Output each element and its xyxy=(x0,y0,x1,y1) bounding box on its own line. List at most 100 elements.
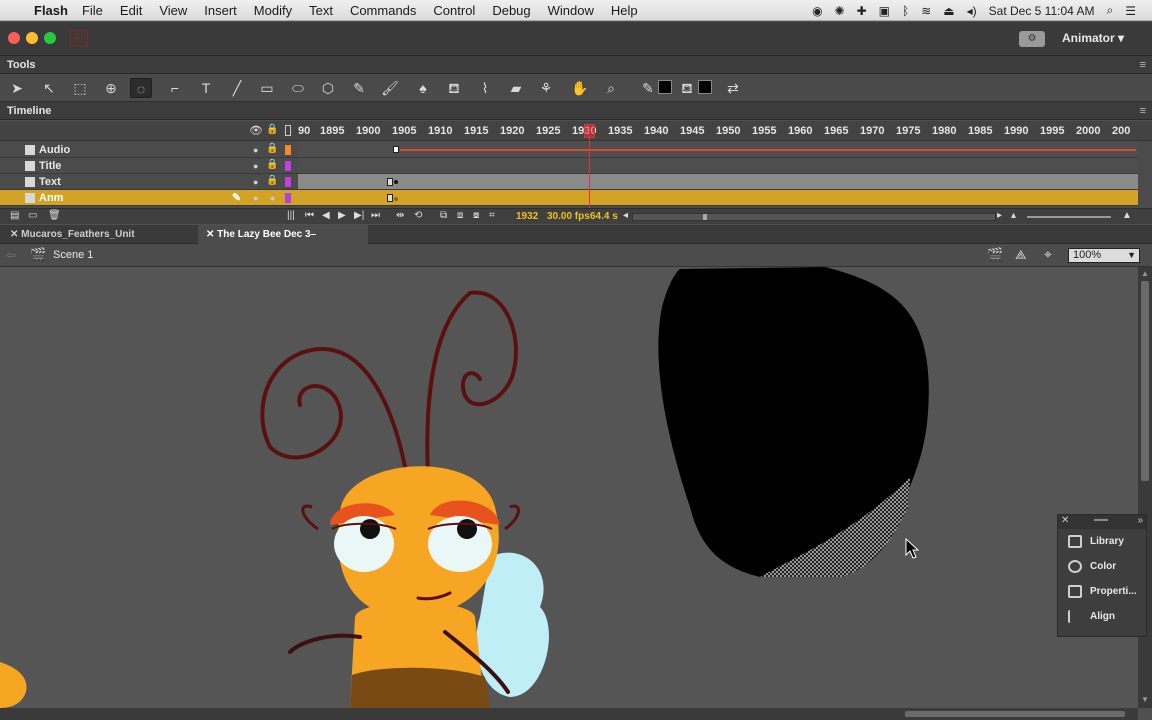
keyframe[interactable] xyxy=(387,194,393,202)
step-forward-icon[interactable]: ▶| xyxy=(354,210,364,221)
visibility-dot-icon[interactable]: ● xyxy=(253,177,258,187)
layer-row[interactable]: Audio ● 🔒 xyxy=(0,142,298,158)
back-arrow-icon[interactable]: ⇦ xyxy=(6,248,16,262)
spotlight-icon[interactable]: ⌕ xyxy=(1107,3,1114,18)
zoom-out-frames-icon[interactable]: ▴ xyxy=(1011,210,1016,221)
polystar-tool-icon[interactable]: ⬡ xyxy=(317,78,339,98)
creative-cloud-icon[interactable]: ✺ xyxy=(835,4,845,18)
left-antenna[interactable] xyxy=(260,346,407,469)
line-tool-icon[interactable]: ╱ xyxy=(226,78,248,98)
record-icon[interactable]: ◉ xyxy=(812,4,822,18)
keyframe[interactable] xyxy=(394,180,398,184)
brush-tool-icon[interactable]: 🖌 xyxy=(379,78,401,98)
center-frame-icon[interactable]: ⇹ xyxy=(396,210,404,221)
stroke-color-swatch[interactable] xyxy=(658,80,672,94)
minimize-window-button[interactable] xyxy=(26,32,38,44)
timeline-scrollbar[interactable] xyxy=(632,213,996,221)
delete-layer-icon[interactable]: 🗑 xyxy=(48,210,61,221)
bee-stripe[interactable] xyxy=(350,667,490,708)
step-back-icon[interactable]: ◀ xyxy=(322,210,330,221)
layer-color-swatch[interactable] xyxy=(285,177,291,187)
title-frames[interactable] xyxy=(298,158,1138,174)
text-frames[interactable] xyxy=(298,174,1138,190)
zoom-window-button[interactable] xyxy=(44,32,56,44)
pen-tool-icon[interactable]: ⌐ xyxy=(164,78,186,98)
scrollbar-thumb[interactable] xyxy=(1141,281,1149,481)
selection-tool-icon[interactable]: ➤ xyxy=(6,78,28,98)
keyframe[interactable] xyxy=(393,146,399,153)
new-layer-icon[interactable]: ▤ xyxy=(10,210,19,221)
edit-scene-icon[interactable]: 🎬 xyxy=(987,247,1003,263)
menu-control[interactable]: Control xyxy=(433,3,475,18)
menu-edit[interactable]: Edit xyxy=(120,3,142,18)
bone-tool-icon[interactable]: ♠ xyxy=(412,78,434,98)
panel-properties-button[interactable]: Properti... xyxy=(1058,579,1146,604)
scene-name[interactable]: Scene 1 xyxy=(53,249,93,261)
menu-help[interactable]: Help xyxy=(611,3,638,18)
scroll-down-icon[interactable]: ▼ xyxy=(1141,695,1149,704)
panel-menu-icon[interactable]: ≡ xyxy=(1140,56,1146,74)
close-icon[interactable]: ✕ xyxy=(1061,515,1069,526)
menu-file[interactable]: File xyxy=(82,3,103,18)
anm-frames[interactable] xyxy=(298,190,1138,206)
hand-tool-icon[interactable]: ✋ xyxy=(569,78,591,98)
zoom-tool-icon[interactable]: ⌕ xyxy=(600,78,622,98)
menu-debug[interactable]: Debug xyxy=(492,3,530,18)
playhead-marker[interactable] xyxy=(584,124,595,138)
scrollbar-thumb[interactable] xyxy=(905,711,1125,717)
panel-menu-icon[interactable]: ≡ xyxy=(1140,102,1146,120)
zoom-in-frames-icon[interactable]: ▲ xyxy=(1122,210,1132,221)
scrollbar-thumb[interactable] xyxy=(703,214,707,220)
center-stage-icon[interactable]: ⌖ xyxy=(1044,246,1052,263)
lock-icon[interactable]: 🔒 xyxy=(266,159,278,170)
frame-rate[interactable]: 30.00 fps xyxy=(547,211,590,222)
close-tab-icon[interactable]: ✕ xyxy=(206,229,217,240)
fill-color-swatch[interactable] xyxy=(698,80,712,94)
lasso-tool-icon[interactable]: ◌ xyxy=(130,78,152,98)
menu-commands[interactable]: Commands xyxy=(350,3,416,18)
notification-center-icon[interactable]: ☰ xyxy=(1125,4,1136,18)
lock-icon[interactable]: 🔒 xyxy=(266,175,278,186)
right-antenna[interactable] xyxy=(425,290,518,479)
keyframe[interactable] xyxy=(394,197,398,201)
panel-dock-titlebar[interactable]: ✕ ▬▬ » xyxy=(1058,515,1146,529)
edit-symbol-icon[interactable]: ⟁ xyxy=(1015,247,1027,263)
panel-color-button[interactable]: Color xyxy=(1058,554,1146,579)
clock[interactable]: Sat Dec 5 11:04 AM xyxy=(989,4,1095,18)
grip-icon[interactable]: ▬▬ xyxy=(1094,516,1108,523)
volume-icon[interactable]: ◂) xyxy=(967,4,977,18)
onion-skin-outlines-icon[interactable]: ⧈ xyxy=(457,210,463,221)
scroll-up-icon[interactable]: ▲ xyxy=(1141,269,1149,278)
bluetooth-icon[interactable]: ᛒ xyxy=(902,4,909,18)
plus-icon[interactable]: ✚ xyxy=(857,4,867,18)
stage-vertical-scrollbar[interactable]: ▲ ▼ xyxy=(1138,267,1152,708)
play-icon[interactable]: ▶ xyxy=(338,210,346,221)
pencil-tool-icon[interactable]: ✎ xyxy=(348,78,370,98)
zoom-select[interactable]: 100% ▼ xyxy=(1068,248,1140,263)
outline-icon[interactable] xyxy=(285,125,291,136)
keyframe[interactable] xyxy=(387,178,393,186)
audio-frames[interactable] xyxy=(298,142,1138,158)
layer-row-selected[interactable]: Anm ✎ ● ● xyxy=(0,190,298,206)
panel-align-button[interactable]: Align xyxy=(1058,604,1146,629)
menu-text[interactable]: Text xyxy=(309,3,333,18)
swap-colors-icon[interactable]: ⇄ xyxy=(722,78,744,98)
oval-tool-icon[interactable]: ⬭ xyxy=(287,78,309,98)
stage-canvas[interactable] xyxy=(0,267,1138,708)
onion-skin-icon[interactable]: ⧉ xyxy=(440,210,447,221)
text-tool-icon[interactable]: T xyxy=(195,78,217,98)
width-tool-icon[interactable]: ⚘ xyxy=(535,78,557,98)
close-window-button[interactable] xyxy=(8,32,20,44)
layer-color-swatch[interactable] xyxy=(285,193,291,203)
layer-row[interactable]: Text ● 🔒 xyxy=(0,174,298,190)
subselection-tool-icon[interactable]: ↖ xyxy=(38,78,60,98)
paint-bucket-tool-icon[interactable]: ⛾ xyxy=(443,78,465,98)
lock-dot-icon[interactable]: ● xyxy=(270,193,275,203)
frame-ruler[interactable]: 9018951900190519101915192019251930193519… xyxy=(298,121,1138,141)
free-transform-tool-icon[interactable]: ⬚ xyxy=(69,78,91,98)
visibility-dot-icon[interactable]: ● xyxy=(253,193,258,203)
new-folder-icon[interactable]: ▭ xyxy=(28,210,37,221)
document-tab[interactable]: ✕ Mucaros_Feathers_Unit 1_Update.fla xyxy=(2,225,198,259)
last-frame-icon[interactable]: ⏭ xyxy=(371,210,380,221)
menu-modify[interactable]: Modify xyxy=(254,3,292,18)
